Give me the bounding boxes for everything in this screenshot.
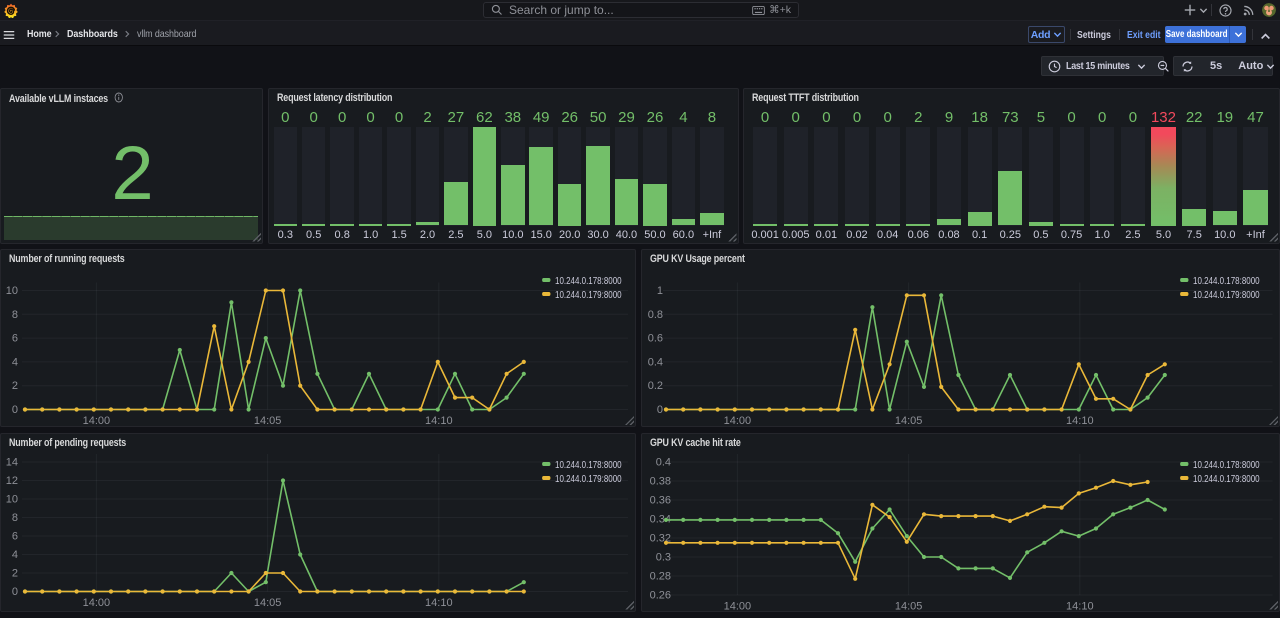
svg-text:0.6: 0.6 — [647, 332, 662, 344]
svg-text:14:05: 14:05 — [894, 600, 922, 612]
svg-text:10: 10 — [6, 285, 18, 297]
svg-text:0.26: 0.26 — [649, 589, 670, 601]
svg-text:14:10: 14:10 — [425, 597, 453, 609]
svg-text:0.8: 0.8 — [647, 308, 662, 320]
svg-text:12: 12 — [6, 475, 18, 487]
svg-text:14:00: 14:00 — [83, 415, 111, 427]
svg-text:8: 8 — [12, 308, 18, 320]
svg-text:0.2: 0.2 — [647, 380, 662, 392]
svg-text:14:00: 14:00 — [83, 597, 111, 609]
svg-text:0.3: 0.3 — [655, 551, 670, 563]
svg-text:0.4: 0.4 — [647, 356, 662, 368]
svg-text:10: 10 — [6, 493, 18, 505]
svg-text:14:10: 14:10 — [1066, 415, 1094, 427]
svg-text:4: 4 — [12, 549, 18, 561]
svg-text:14:00: 14:00 — [723, 415, 751, 427]
svg-text:14:10: 14:10 — [425, 415, 453, 427]
svg-text:4: 4 — [12, 356, 18, 368]
svg-text:0: 0 — [12, 586, 18, 598]
svg-text:8: 8 — [12, 512, 18, 524]
svg-text:0: 0 — [12, 404, 18, 416]
svg-text:14: 14 — [6, 456, 18, 468]
svg-text:0: 0 — [656, 404, 662, 416]
svg-text:14:05: 14:05 — [254, 597, 282, 609]
svg-text:2: 2 — [12, 567, 18, 579]
svg-text:0.36: 0.36 — [649, 494, 670, 506]
svg-text:1: 1 — [656, 285, 662, 297]
svg-text:6: 6 — [12, 332, 18, 344]
svg-text:2: 2 — [12, 380, 18, 392]
svg-text:14:00: 14:00 — [723, 600, 751, 612]
svg-text:0.4: 0.4 — [655, 456, 670, 468]
svg-text:0.38: 0.38 — [649, 475, 670, 487]
svg-text:14:05: 14:05 — [254, 415, 282, 427]
svg-text:14:10: 14:10 — [1066, 600, 1094, 612]
svg-text:14:05: 14:05 — [894, 415, 922, 427]
svg-text:6: 6 — [12, 530, 18, 542]
svg-text:0.28: 0.28 — [649, 570, 670, 582]
